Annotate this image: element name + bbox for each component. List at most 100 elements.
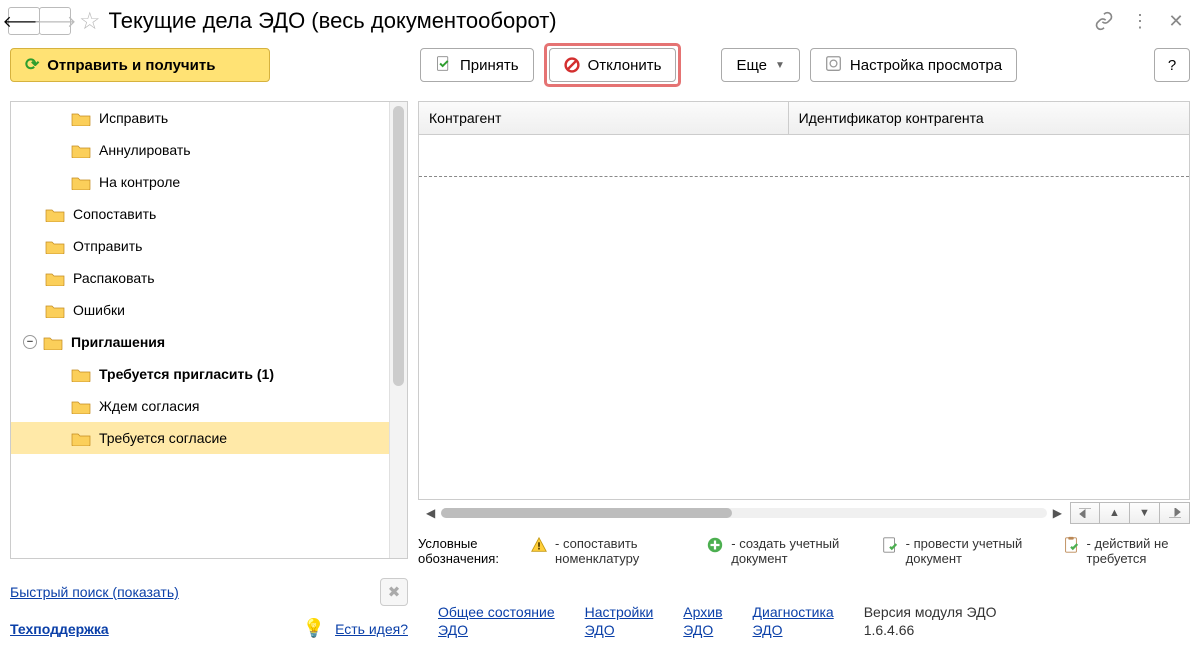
folder-icon [43,335,63,350]
forward-button[interactable]: 🡒 [39,7,71,35]
footer-link[interactable]: ЭДО [683,621,722,639]
scroll-left-icon[interactable]: ◀ [426,506,435,520]
tree-item[interactable]: На контроле [11,166,389,198]
bulb-icon: 💡 [303,618,325,639]
tree-item[interactable]: Ошибки [11,294,389,326]
clear-button[interactable]: ✖ [380,578,408,606]
footer-link-block[interactable]: Настройки ЭДО [585,603,654,639]
folder-icon [71,111,91,126]
chevron-down-icon: ▼ [775,60,785,71]
tree-item[interactable]: Отправить [11,230,389,262]
send-receive-label: Отправить и получить [47,57,215,74]
footer-link[interactable]: ЭДО [585,621,654,639]
folder-icon [45,207,65,222]
tree-item[interactable]: Ждем согласия [11,390,389,422]
grid-row[interactable] [419,135,1189,177]
version-label: Версия модуля ЭДО [864,604,997,620]
version-block: Версия модуля ЭДО 1.6.4.66 [864,603,997,639]
grid-header: Контрагент Идентификатор контрагента [419,102,1189,135]
folder-icon [45,271,65,286]
footer-link[interactable]: Архив [683,603,722,621]
tree-item[interactable]: Требуется пригласить (1) [11,358,389,390]
scroll-thumb[interactable] [441,508,732,518]
accept-button[interactable]: Принять [420,48,534,82]
tree-label: Требуется согласие [99,430,227,446]
tree-label: Сопоставить [73,206,156,222]
tree-label: Ошибки [73,302,125,318]
legend-text: - создать учетный документ [731,536,851,566]
tree-item[interactable]: Аннулировать [11,134,389,166]
grid-body [419,135,1189,499]
help-label: ? [1168,57,1176,74]
footer-link[interactable]: Настройки [585,603,654,621]
footer-link[interactable]: ЭДО [753,621,834,639]
footer-link-block[interactable]: Диагностика ЭДО [753,603,834,639]
view-settings-button[interactable]: Настройка просмотра [810,48,1017,82]
tree-panel: Исправить Аннулировать На контроле Сопос… [10,101,408,559]
idea-link[interactable]: Есть идея? [335,621,408,637]
link-icon[interactable] [1090,7,1118,35]
tree-label: Ждем согласия [99,398,200,414]
kebab-menu-icon[interactable]: ⋮ [1126,7,1154,35]
legend-text: - провести учетный документ [906,536,1033,566]
legend-item: - создать учетный документ [705,536,851,566]
tree-label: На контроле [99,174,180,190]
tree-item[interactable]: − Приглашения [11,326,389,358]
folder-icon [45,239,65,254]
footer-link[interactable]: Диагностика [753,603,834,621]
quick-search-link[interactable]: Быстрый поиск (показать) [10,584,179,600]
folder-icon [71,175,91,190]
folder-icon [71,143,91,158]
clipboard-check-icon [1061,536,1081,559]
favorite-star-icon[interactable]: ☆ [79,7,101,36]
grid-column-header[interactable]: Контрагент [419,102,789,134]
close-icon[interactable]: ✕ [1162,7,1190,35]
folder-icon [45,303,65,318]
legend-item: - действий не требуется [1061,536,1190,566]
grid-column-header[interactable]: Идентификатор контрагента [789,102,1189,134]
legend-label: Условные обозначения: [418,536,501,566]
folder-icon [71,431,91,446]
scrollbar-thumb[interactable] [393,106,404,386]
send-receive-button[interactable]: ⟳ Отправить и получить [10,48,270,82]
tree-item[interactable]: Распаковать [11,262,389,294]
tree-label: Аннулировать [99,142,191,158]
refresh-icon: ⟳ [25,55,39,75]
horizontal-scrollbar[interactable]: ◀ ▶ [426,506,1062,520]
footer-link-block[interactable]: Архив ЭДО [683,603,722,639]
page-title: Текущие дела ЭДО (весь документооборот) [109,8,1082,34]
scroll-right-icon[interactable]: ▶ [1053,506,1062,520]
grid: Контрагент Идентификатор контрагента [418,101,1190,500]
legend-item: - сопоставить номенклатуру [529,536,677,566]
tree-label: Исправить [99,110,168,126]
prev-record-button[interactable]: ▲ [1100,502,1130,524]
scroll-track[interactable] [441,508,1047,518]
first-record-button[interactable] [1070,502,1100,524]
support-link[interactable]: Техподдержка [10,621,109,637]
tree-item[interactable]: Исправить [11,102,389,134]
tree-item[interactable]: Требуется согласие [11,422,389,454]
more-button[interactable]: Еще ▼ [721,48,799,82]
next-record-button[interactable]: ▼ [1130,502,1160,524]
legend-text: - действий не требуется [1087,536,1190,566]
reject-button[interactable]: Отклонить [549,48,677,82]
plus-circle-icon [705,536,725,559]
tree-scrollbar[interactable] [389,102,407,558]
view-settings-label: Настройка просмотра [850,57,1002,74]
warning-icon [529,536,549,559]
collapse-icon[interactable]: − [23,335,37,349]
footer-link-block[interactable]: Общее состояние ЭДО [438,603,555,639]
accept-label: Принять [460,57,519,74]
folder-icon [71,399,91,414]
footer-link[interactable]: ЭДО [438,621,555,639]
accept-icon [435,55,452,76]
last-record-button[interactable] [1160,502,1190,524]
reject-icon [564,57,580,73]
legend-item: - провести учетный документ [880,536,1033,566]
help-button[interactable]: ? [1154,48,1190,82]
version-number: 1.6.4.66 [864,622,915,638]
footer-link[interactable]: Общее состояние [438,603,555,621]
reject-highlight: Отклонить [544,43,682,87]
tree-label: Требуется пригласить (1) [99,366,274,382]
tree-item[interactable]: Сопоставить [11,198,389,230]
